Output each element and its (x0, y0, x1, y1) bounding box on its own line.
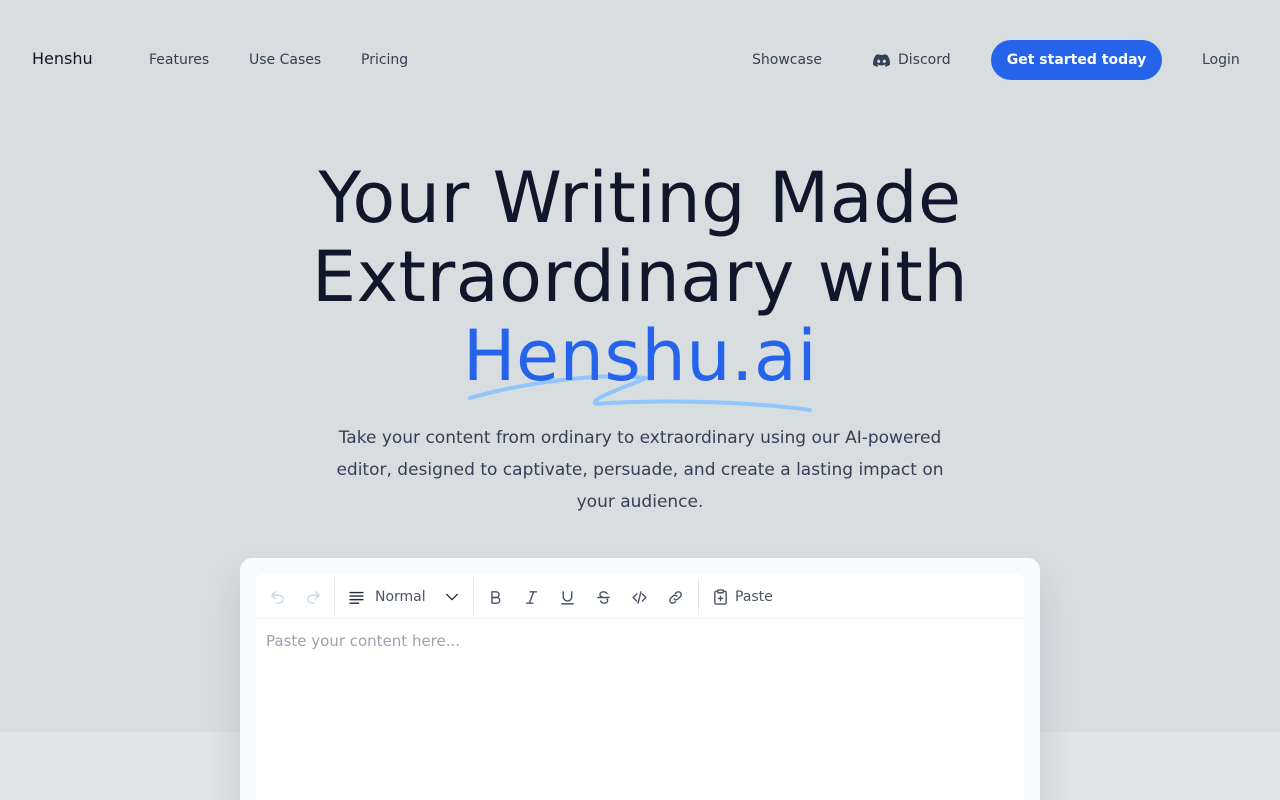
paste-label: Paste (735, 589, 773, 605)
strikethrough-button[interactable] (592, 586, 614, 608)
paragraph-icon (349, 591, 364, 604)
code-button[interactable] (628, 586, 650, 608)
nav-link-pricing[interactable]: Pricing (361, 52, 408, 68)
italic-button[interactable] (520, 586, 542, 608)
discord-icon (873, 54, 890, 67)
redo-icon (306, 590, 320, 604)
editor-toolbar: Normal Paste (256, 574, 1024, 619)
top-navigation: Henshu Features Use Cases Pricing Showca… (0, 40, 1280, 80)
bold-icon (490, 590, 500, 604)
redo-button[interactable] (302, 586, 324, 608)
bold-button[interactable] (484, 586, 506, 608)
clipboard-icon (714, 589, 727, 605)
get-started-button[interactable]: Get started today (991, 40, 1162, 80)
chevron-down-icon (446, 593, 458, 601)
underline-icon (560, 590, 574, 605)
block-type-select[interactable]: Normal (348, 586, 458, 608)
editor: Normal Paste Paste your content here... (256, 574, 1024, 800)
editor-card: Normal Paste Paste your content here... (240, 558, 1040, 800)
login-link[interactable]: Login (1202, 52, 1240, 68)
italic-icon (525, 590, 537, 604)
content-input[interactable] (266, 632, 1014, 800)
paste-button[interactable]: Paste (712, 586, 773, 608)
undo-button[interactable] (266, 586, 288, 608)
underline-button[interactable] (556, 586, 578, 608)
strikethrough-icon (596, 590, 610, 604)
hero-subtitle: Take your content from ordinary to extra… (336, 428, 944, 512)
nav-link-use-cases[interactable]: Use Cases (249, 52, 321, 68)
undo-icon (270, 590, 284, 604)
nav-link-showcase[interactable]: Showcase (752, 52, 822, 68)
hero-title-line1: Your Writing Made (318, 157, 962, 239)
link-icon (668, 590, 682, 604)
toolbar-separator (473, 578, 474, 615)
toolbar-separator (698, 578, 699, 615)
discord-label: Discord (898, 52, 951, 68)
toolbar-separator (334, 578, 335, 615)
hero-title: Your Writing Made Extraordinary with Hen… (0, 159, 1280, 396)
link-button[interactable] (664, 586, 686, 608)
block-type-label: Normal (375, 589, 426, 605)
brand-logo[interactable]: Henshu (32, 49, 93, 68)
hero-title-line2: Extraordinary with (311, 236, 969, 318)
nav-link-discord[interactable]: Discord (873, 52, 951, 68)
code-icon (631, 590, 647, 604)
hero-title-accent: Henshu.ai (462, 315, 818, 397)
nav-link-features[interactable]: Features (149, 52, 209, 68)
